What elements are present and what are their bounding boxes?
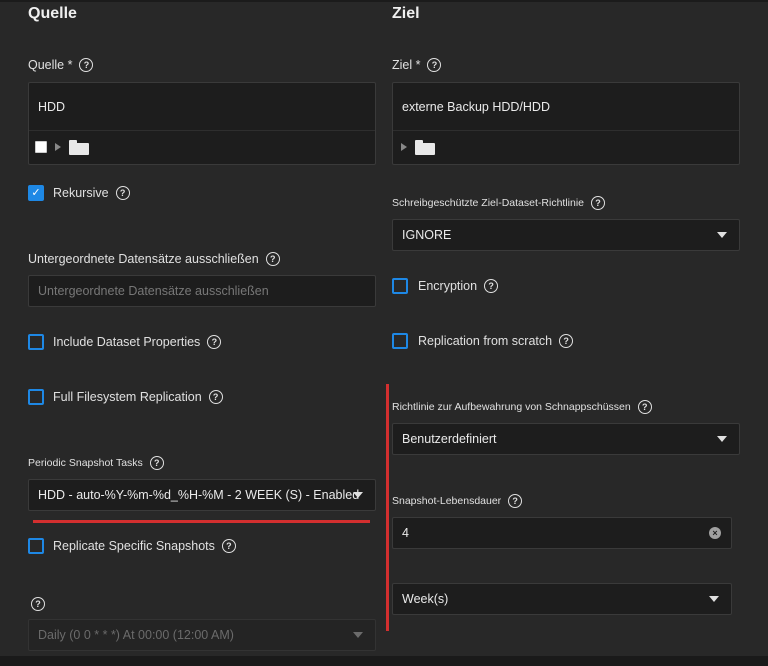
exclude-label: Untergeordnete Datensätze ausschließen: [28, 252, 259, 266]
schedule-value: Daily (0 0 * * *) At 00:00 (12:00 AM): [38, 628, 234, 642]
source-section-title: Quelle: [28, 5, 77, 22]
from-scratch-checkbox[interactable]: [392, 333, 408, 349]
recursive-checkbox[interactable]: ✓: [28, 185, 44, 201]
target-section-title: Ziel: [392, 5, 420, 22]
help-icon[interactable]: ?: [115, 186, 130, 200]
include-props-row[interactable]: Include Dataset Properties ?: [28, 334, 222, 350]
source-tree-explorer[interactable]: HDD: [28, 82, 376, 165]
full-fs-label: Full Filesystem Replication: [53, 390, 202, 404]
periodic-select[interactable]: HDD - auto-%Y-%m-%d_%H-%M - 2 WEEK (S) -…: [28, 479, 376, 511]
encryption-label: Encryption: [418, 279, 478, 293]
recursive-checkbox-row[interactable]: ✓ Rekursive ?: [28, 185, 130, 201]
specific-snapshots-label: Replicate Specific Snapshots: [53, 539, 215, 553]
help-icon[interactable]: ?: [207, 335, 222, 349]
chevron-down-icon: [709, 596, 719, 602]
help-icon[interactable]: ?: [591, 196, 605, 210]
expand-arrow-icon[interactable]: [55, 143, 61, 151]
help-icon[interactable]: ?: [79, 58, 94, 72]
include-props-checkbox[interactable]: [28, 334, 44, 350]
target-field-label-row: Ziel * ?: [392, 58, 442, 72]
schedule-label-row: ?: [24, 597, 45, 611]
chevron-down-icon: [353, 492, 363, 498]
exclude-input[interactable]: Untergeordnete Datensätze ausschließen: [28, 275, 376, 307]
help-icon[interactable]: ?: [508, 494, 523, 508]
exclude-placeholder: Untergeordnete Datensätze ausschließen: [38, 284, 269, 298]
specific-snapshots-checkbox[interactable]: [28, 538, 44, 554]
help-icon[interactable]: ?: [484, 279, 499, 293]
help-icon[interactable]: ?: [149, 456, 164, 470]
annotation-vertical-line: [386, 384, 389, 631]
lifetime-unit-value: Week(s): [402, 592, 449, 606]
exclude-label-row: Untergeordnete Datensätze ausschließen ?: [28, 252, 280, 266]
lifetime-label-row: Snapshot-Lebensdauer ?: [392, 494, 523, 508]
readonly-policy-value: IGNORE: [402, 228, 452, 242]
chevron-down-icon: [717, 232, 727, 238]
help-icon[interactable]: ?: [31, 597, 45, 611]
retention-select[interactable]: Benutzerdefiniert: [392, 423, 740, 455]
readonly-policy-select[interactable]: IGNORE: [392, 219, 740, 251]
source-tree-row[interactable]: [29, 131, 375, 163]
target-path-value: externe Backup HDD/HDD: [402, 99, 550, 114]
schedule-select: Daily (0 0 * * *) At 00:00 (12:00 AM): [28, 619, 376, 651]
help-icon[interactable]: ?: [265, 252, 280, 266]
encryption-checkbox[interactable]: [392, 278, 408, 294]
lifetime-label: Snapshot-Lebensdauer: [392, 495, 502, 507]
help-icon[interactable]: ?: [637, 400, 652, 414]
chevron-down-icon: [717, 436, 727, 442]
help-icon[interactable]: ?: [559, 334, 574, 348]
source-field-label-row: Quelle * ?: [28, 58, 94, 72]
periodic-value: HDD - auto-%Y-%m-%d_%H-%M - 2 WEEK (S) -…: [38, 488, 360, 502]
top-fade: [0, 0, 768, 2]
folder-icon: [415, 139, 435, 155]
from-scratch-row[interactable]: Replication from scratch ?: [392, 333, 574, 349]
retention-value: Benutzerdefiniert: [402, 432, 497, 446]
clear-icon[interactable]: ×: [709, 527, 721, 539]
encryption-row[interactable]: Encryption ?: [392, 278, 499, 294]
full-fs-row[interactable]: Full Filesystem Replication ?: [28, 389, 223, 405]
target-tree-explorer[interactable]: externe Backup HDD/HDD: [392, 82, 740, 165]
target-tree-row[interactable]: [393, 131, 739, 163]
retention-label-row: Richtlinie zur Aufbewahrung von Schnapps…: [392, 400, 652, 414]
lifetime-input[interactable]: 4 ×: [392, 517, 732, 549]
readonly-policy-label-row: Schreibgeschützte Ziel-Dataset-Richtlini…: [392, 196, 605, 210]
source-tree-checkbox[interactable]: [35, 141, 47, 153]
help-icon[interactable]: ?: [221, 539, 236, 553]
include-props-label: Include Dataset Properties: [53, 335, 201, 349]
retention-label: Richtlinie zur Aufbewahrung von Schnapps…: [392, 401, 631, 413]
source-path-value: HDD: [38, 99, 66, 114]
expand-arrow-icon[interactable]: [401, 143, 407, 151]
lifetime-value: 4: [402, 526, 409, 540]
source-field-label: Quelle *: [28, 58, 73, 72]
chevron-down-icon: [353, 632, 363, 638]
from-scratch-label: Replication from scratch: [418, 334, 553, 348]
bottom-fade: [0, 656, 768, 666]
lifetime-unit-select[interactable]: Week(s): [392, 583, 732, 615]
help-icon[interactable]: ?: [208, 390, 223, 404]
specific-snapshots-row[interactable]: Replicate Specific Snapshots ?: [28, 538, 236, 554]
source-path-input[interactable]: HDD: [29, 83, 375, 131]
full-fs-checkbox[interactable]: [28, 389, 44, 405]
check-icon: ✓: [31, 186, 41, 199]
periodic-label: Periodic Snapshot Tasks: [28, 457, 143, 469]
target-field-label: Ziel *: [392, 58, 421, 72]
target-path-input[interactable]: externe Backup HDD/HDD: [393, 83, 739, 131]
readonly-policy-label: Schreibgeschützte Ziel-Dataset-Richtlini…: [392, 197, 584, 209]
recursive-label: Rekursive: [53, 186, 109, 200]
help-icon[interactable]: ?: [427, 58, 442, 72]
annotation-underline: [33, 520, 370, 523]
periodic-label-row: Periodic Snapshot Tasks ?: [28, 456, 164, 470]
folder-icon: [69, 139, 89, 155]
